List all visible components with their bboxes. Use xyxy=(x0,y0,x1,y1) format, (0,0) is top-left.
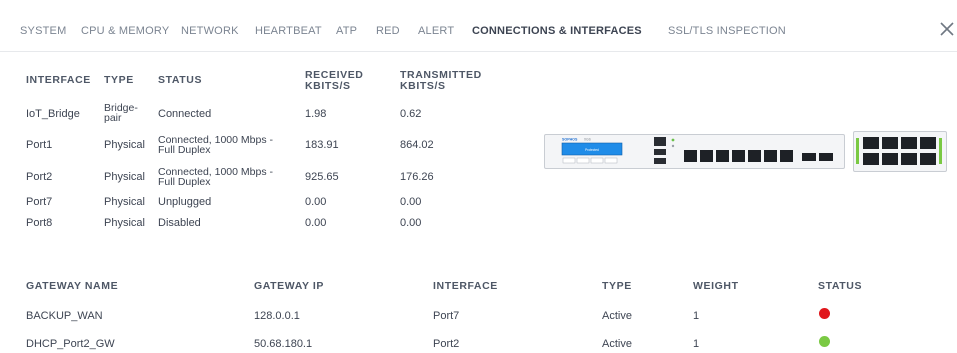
gateway-type-column-header: TYPE xyxy=(602,280,632,292)
device-ethernet-ports xyxy=(684,150,793,162)
gateway-ip: 128.0.0.1 xyxy=(254,310,300,322)
received-column-header: RECEIVED KBITS/S xyxy=(305,70,363,92)
gateway-interface: Port7 xyxy=(433,310,460,322)
tab-cpu-memory[interactable]: CPU & MEMORY xyxy=(81,25,169,37)
interface-status: Disabled xyxy=(158,217,201,229)
gateway-ip: 50.68.180.1 xyxy=(254,338,313,350)
device-brand: SOPHOS xyxy=(562,138,578,142)
status-indicator-icon xyxy=(819,308,830,319)
gateway-type: Active xyxy=(602,338,632,350)
interface-type-line2: pair xyxy=(104,112,122,124)
interface-type: Physical xyxy=(104,196,145,208)
interface-status: Unplugged xyxy=(158,196,212,208)
interface-transmitted: 0.62 xyxy=(400,108,422,120)
device-screen-text: Protected xyxy=(585,148,599,152)
gateway-weight-column-header: WEIGHT xyxy=(693,280,739,292)
tab-atp[interactable]: ATP xyxy=(336,25,357,37)
interface-status: Connected xyxy=(158,108,212,120)
tab-connections-interfaces[interactable]: CONNECTIONS & INTERFACES xyxy=(472,25,642,37)
interface-name: IoT_Bridge xyxy=(26,108,80,120)
transmitted-header-line2: KBITS/S xyxy=(400,80,446,92)
gateway-name: DHCP_Port2_GW xyxy=(26,338,115,350)
interface-received: 1.98 xyxy=(305,108,327,120)
type-column-header: TYPE xyxy=(104,74,134,86)
interface-received: 925.65 xyxy=(305,171,339,183)
tab-heartbeat[interactable]: HEARTBEAT xyxy=(255,25,322,37)
gateway-weight: 1 xyxy=(693,310,700,322)
interface-name: Port1 xyxy=(26,139,53,151)
gateway-ip-column-header: GATEWAY IP xyxy=(254,280,324,292)
device-model: XGS xyxy=(584,138,591,142)
gateway-weight: 1 xyxy=(693,338,700,350)
tab-alert[interactable]: ALERT xyxy=(418,25,454,37)
gateway-type: Active xyxy=(602,310,632,322)
interface-transmitted: 864.02 xyxy=(400,139,434,151)
gateway-name-column-header: GATEWAY NAME xyxy=(26,280,119,292)
interface-status: Connected, 1000 Mbps - Full Duplex xyxy=(158,135,273,156)
gateway-name: BACKUP_WAN xyxy=(26,310,103,322)
status-column-header: STATUS xyxy=(158,74,203,86)
interface-name: Port2 xyxy=(26,171,53,183)
interface-status-line2: Full Duplex xyxy=(158,144,211,156)
close-icon[interactable] xyxy=(938,20,956,38)
interface-transmitted: 0.00 xyxy=(400,217,422,229)
interface-column-header: INTERFACE xyxy=(26,74,91,86)
interface-transmitted: 0.00 xyxy=(400,196,422,208)
device-expansion-module xyxy=(853,131,947,172)
gateway-interface: Port2 xyxy=(433,338,460,350)
tab-red[interactable]: RED xyxy=(376,25,400,37)
tab-ssl-tls-inspection[interactable]: SSL/TLS INSPECTION xyxy=(668,25,786,37)
interface-type: Physical xyxy=(104,217,145,229)
status-indicator-icon xyxy=(819,336,830,347)
interface-received: 183.91 xyxy=(305,139,339,151)
tab-network[interactable]: NETWORK xyxy=(181,25,239,37)
appliance-front-panel: SOPHOS XGS Protected xyxy=(544,131,947,172)
interface-status: Connected, 1000 Mbps - Full Duplex xyxy=(158,167,273,188)
interface-received: 0.00 xyxy=(305,196,327,208)
interface-type: Bridge- pair xyxy=(104,103,138,124)
tab-system[interactable]: SYSTEM xyxy=(20,25,66,37)
gateway-status-column-header: STATUS xyxy=(818,280,863,292)
transmitted-column-header: TRANSMITTED KBITS/S xyxy=(400,70,482,92)
received-header-line2: KBITS/S xyxy=(305,80,351,92)
interface-type: Physical xyxy=(104,139,145,151)
interface-received: 0.00 xyxy=(305,217,327,229)
interface-transmitted: 176.26 xyxy=(400,171,434,183)
tab-bar: SYSTEM CPU & MEMORY NETWORK HEARTBEAT AT… xyxy=(0,0,957,52)
interface-name: Port8 xyxy=(26,217,53,229)
interface-type: Physical xyxy=(104,171,145,183)
interface-status-line2: Full Duplex xyxy=(158,176,211,188)
interface-name: Port7 xyxy=(26,196,53,208)
gateway-interface-column-header: INTERFACE xyxy=(433,280,498,292)
